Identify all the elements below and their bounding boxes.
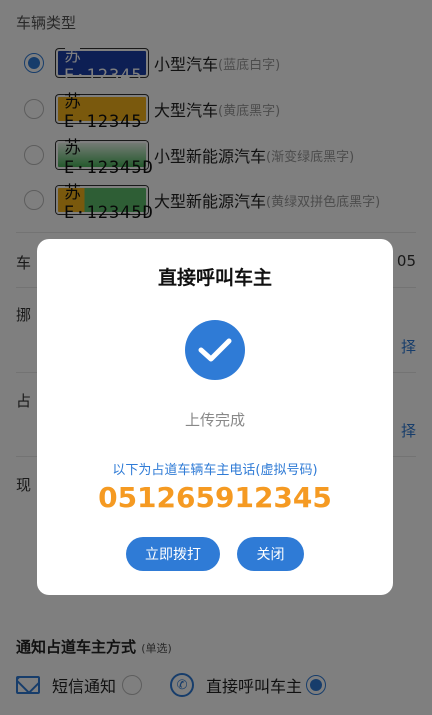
- check-circle-icon: [185, 320, 245, 380]
- close-button[interactable]: 关闭: [237, 537, 304, 571]
- phone-note: 以下为占道车辆车主电话(虚拟号码): [112, 463, 318, 478]
- call-owner-modal: 直接呼叫车主 上传完成 以下为占道车辆车主电话(虚拟号码) 0512659123…: [37, 239, 393, 595]
- upload-status: 上传完成: [184, 411, 245, 429]
- call-now-button[interactable]: 立即拨打: [126, 537, 220, 571]
- checkmark-icon: [198, 338, 232, 362]
- modal-title: 直接呼叫车主: [157, 267, 272, 289]
- owner-phone-number: 051265912345: [98, 481, 332, 514]
